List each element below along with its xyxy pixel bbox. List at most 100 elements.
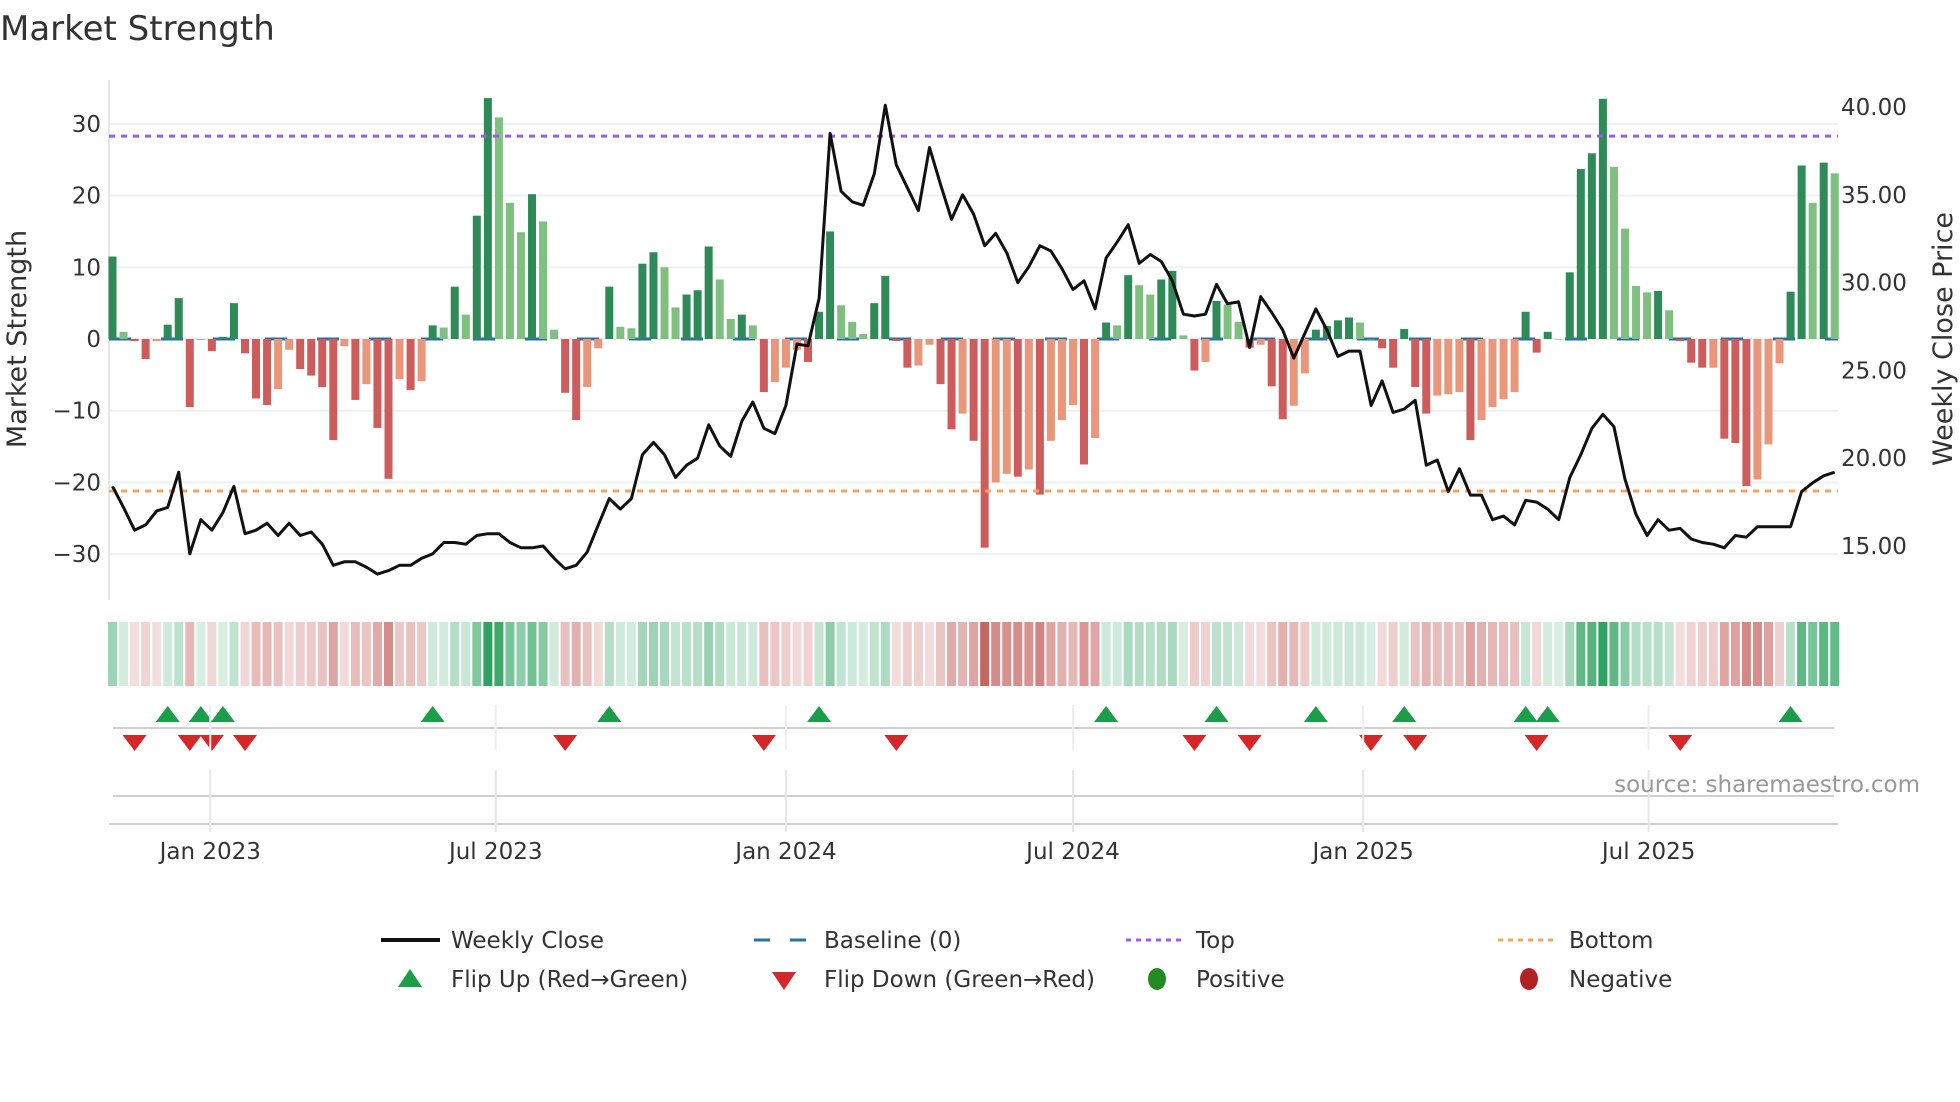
strength-bar [163, 324, 172, 339]
strip-cell [1786, 622, 1796, 686]
strip-cell [251, 622, 261, 686]
strength-bar [340, 339, 349, 347]
strength-bar [627, 328, 636, 339]
flip-down-marker [122, 735, 147, 751]
strip-cell [1421, 622, 1431, 686]
strip-cell [1333, 622, 1343, 686]
strength-bar [1620, 228, 1629, 339]
strength-bar [649, 252, 658, 339]
strength-bar [969, 339, 978, 441]
strip-cell [384, 622, 393, 686]
strip-cell [593, 622, 603, 686]
strength-bar [1764, 339, 1773, 445]
strength-bar [1466, 339, 1475, 441]
legend-baseline: Baseline (0) [824, 928, 961, 954]
flip-up-marker [1535, 706, 1560, 722]
strength-bar [461, 314, 470, 339]
strength-bar [417, 339, 426, 382]
strip-cell [858, 622, 868, 686]
strip-cell [1223, 622, 1233, 686]
strip-cell [1609, 622, 1619, 686]
strip-cell [980, 622, 990, 686]
strip-cell [880, 622, 890, 686]
strip-cell [1510, 622, 1520, 686]
strength-bar [859, 333, 868, 339]
strip-cell [1035, 622, 1045, 686]
strip-cell [1322, 622, 1332, 686]
strip-cell [615, 622, 625, 686]
strip-cell [902, 622, 912, 686]
strength-bar [1113, 325, 1122, 339]
strength-bar [174, 298, 183, 339]
strip-cell [196, 622, 206, 686]
strip-cell [1664, 622, 1674, 686]
strip-cell [1730, 622, 1740, 686]
strength-bar [329, 339, 338, 441]
strip-cell [240, 622, 250, 686]
strength-bar [395, 339, 404, 380]
strip-cell [1620, 622, 1630, 686]
strip-cell [229, 622, 239, 686]
right-axis-title: Weekly Close Price [1928, 212, 1959, 466]
strip-cell [1300, 622, 1310, 686]
strip-cell [1178, 622, 1188, 686]
y-tick-label: 0 [86, 327, 101, 353]
y2-tick-label: 30.00 [1841, 271, 1907, 297]
strength-bar [1179, 335, 1188, 339]
strip-cell [1653, 622, 1663, 686]
strip-cell [163, 622, 173, 686]
strip-cell [472, 622, 482, 686]
strength-bar [229, 303, 238, 339]
legend-weekly-close: Weekly Close [451, 928, 604, 954]
strip-cell [825, 622, 835, 686]
strip-cell [273, 622, 283, 686]
strip-cell [339, 622, 349, 686]
flip-up-marker [188, 706, 213, 722]
strength-bar [881, 275, 890, 339]
strip-cell [417, 622, 427, 686]
strip-cell [969, 622, 979, 686]
strip-cell [958, 622, 968, 686]
strength-bar [1422, 339, 1431, 414]
strip-cell [781, 622, 791, 686]
strip-cell [1819, 622, 1829, 686]
market-strength-chart: Market Strength 30 20 10 0 −10 −20 −30 40.00 35… [0, 9, 1959, 993]
strength-bar [450, 286, 459, 339]
flip-up-marker [420, 706, 445, 722]
strip-cell [262, 622, 272, 686]
strength-bar [108, 256, 117, 339]
left-axis-title: Market Strength [2, 230, 33, 448]
strength-bar [682, 294, 691, 339]
x-axis: Jan 2023 Jul 2023 Jan 2024 Jul 2024 Jan 2025… [109, 705, 1838, 865]
strip-cell [682, 622, 692, 686]
strength-bar [494, 117, 503, 340]
strength-bar [1808, 202, 1817, 339]
strength-bar [1687, 339, 1696, 363]
strip-cell [1024, 622, 1034, 686]
strip-cell [1245, 622, 1255, 686]
flip-down-marker [1403, 735, 1428, 751]
strip-cell [626, 622, 636, 686]
strength-bar [505, 202, 514, 339]
strength-bar [362, 339, 371, 385]
legend-negative: Negative [1569, 967, 1672, 993]
strip-cell [1145, 622, 1155, 686]
strip-cell [350, 622, 360, 686]
strength-bar [781, 339, 790, 368]
strip-cell [1686, 622, 1696, 686]
strip-cell [1532, 622, 1542, 686]
strength-bar [561, 339, 570, 393]
x-tick-label: Jan 2024 [733, 839, 836, 865]
strength-bar [439, 327, 448, 339]
strip-cell [1499, 622, 1509, 686]
strip-cell [538, 622, 548, 686]
strength-bar [1819, 162, 1828, 339]
strip-cell [814, 622, 824, 686]
strength-bar [1146, 294, 1155, 339]
strip-cell [1212, 622, 1221, 686]
strength-bar [1267, 339, 1276, 387]
strip-cell [1565, 622, 1575, 686]
strip-cell [1013, 622, 1023, 686]
flip-down-marker [177, 735, 202, 751]
strength-bar [759, 339, 768, 393]
